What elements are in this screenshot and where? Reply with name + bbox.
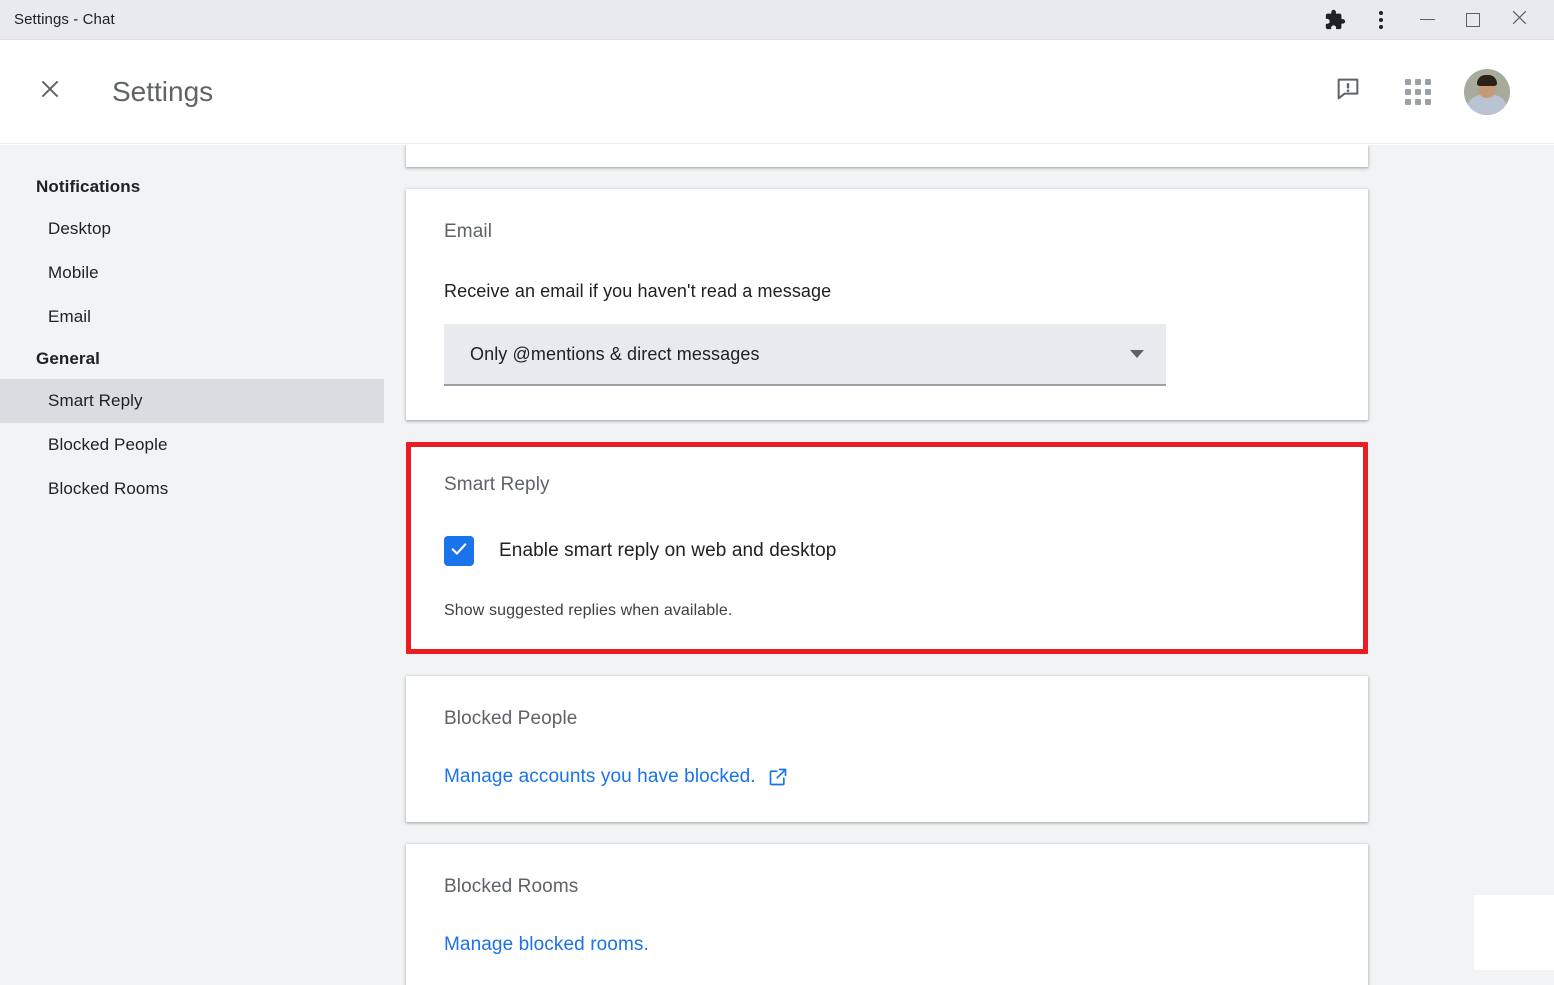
sidebar-item-smart-reply[interactable]: Smart Reply <box>0 379 384 423</box>
settings-body: Notifications Desktop Mobile Email Gener… <box>0 145 1554 985</box>
minimize-icon <box>1419 18 1435 21</box>
google-apps-button[interactable] <box>1394 68 1442 116</box>
checkmark-icon <box>449 539 469 564</box>
feedback-button[interactable] <box>1324 68 1372 116</box>
puzzle-piece-icon <box>1324 9 1346 31</box>
smart-reply-caption: Show suggested replies when available. <box>444 602 733 619</box>
smart-reply-card-title: Smart Reply <box>444 474 550 495</box>
manage-blocked-rooms-label: Manage blocked rooms. <box>444 934 649 955</box>
sidebar-item-email[interactable]: Email <box>0 295 384 339</box>
blocked-rooms-card: Blocked Rooms Manage blocked rooms. <box>406 844 1368 985</box>
avatar-hair <box>1477 74 1497 86</box>
avatar[interactable] <box>1464 68 1510 115</box>
email-frequency-value: Only @mentions & direct messages <box>470 343 760 364</box>
blocked-people-card: Blocked People Manage accounts you have … <box>406 676 1368 822</box>
avatar-body <box>1467 94 1507 115</box>
email-field-label: Receive an email if you haven't read a m… <box>444 281 832 301</box>
smart-reply-checkbox-row[interactable]: Enable smart reply on web and desktop <box>444 536 1330 566</box>
sidebar-item-blocked-people[interactable]: Blocked People <box>0 423 384 467</box>
smart-reply-checkbox-label: Enable smart reply on web and desktop <box>499 540 837 561</box>
three-dots-vertical-icon <box>1379 10 1383 29</box>
external-link-icon <box>768 767 788 787</box>
browser-menu-button[interactable] <box>1358 0 1404 40</box>
sidebar-section-notifications: Notifications <box>36 177 141 196</box>
close-icon <box>1510 8 1529 32</box>
smart-reply-checkbox[interactable] <box>444 536 474 566</box>
window-titlebar: Settings - Chat <box>0 0 1554 40</box>
settings-close-button[interactable] <box>26 68 74 116</box>
sidebar-section-general: General <box>36 349 101 368</box>
window-title: Settings - Chat <box>14 11 115 28</box>
window-close-button[interactable] <box>1496 0 1542 40</box>
close-icon <box>37 76 63 107</box>
blocked-people-card-title: Blocked People <box>444 708 578 729</box>
email-settings-card: Email Receive an email if you haven't re… <box>406 189 1368 420</box>
minimize-button[interactable] <box>1404 0 1450 40</box>
blocked-rooms-card-title: Blocked Rooms <box>444 876 579 897</box>
email-frequency-select[interactable]: Only @mentions & direct messages <box>444 324 1166 386</box>
feedback-icon <box>1334 75 1362 108</box>
maximize-button[interactable] <box>1450 0 1496 40</box>
settings-sidebar: Notifications Desktop Mobile Email Gener… <box>0 145 384 985</box>
settings-content[interactable]: Email Receive an email if you haven't re… <box>384 145 1554 985</box>
sidebar-item-mobile[interactable]: Mobile <box>0 251 384 295</box>
maximize-icon <box>1466 12 1480 27</box>
chevron-down-icon <box>1130 350 1144 358</box>
screen-artifact-overlay <box>1474 895 1554 970</box>
email-card-title: Email <box>444 221 493 242</box>
manage-blocked-accounts-label: Manage accounts you have blocked. <box>444 766 756 787</box>
extensions-button[interactable] <box>1312 0 1358 40</box>
page-title: Settings <box>112 75 214 107</box>
apps-grid-icon <box>1405 78 1431 105</box>
previous-card-partial <box>406 145 1368 167</box>
sidebar-item-desktop[interactable]: Desktop <box>0 207 384 251</box>
manage-blocked-rooms-link[interactable]: Manage blocked rooms. <box>444 934 1330 956</box>
manage-blocked-accounts-link[interactable]: Manage accounts you have blocked. <box>444 766 1330 788</box>
app-header: Settings <box>0 40 1554 144</box>
sidebar-item-blocked-rooms[interactable]: Blocked Rooms <box>0 467 384 511</box>
smart-reply-card: Smart Reply Enable smart reply on web an… <box>406 442 1368 654</box>
